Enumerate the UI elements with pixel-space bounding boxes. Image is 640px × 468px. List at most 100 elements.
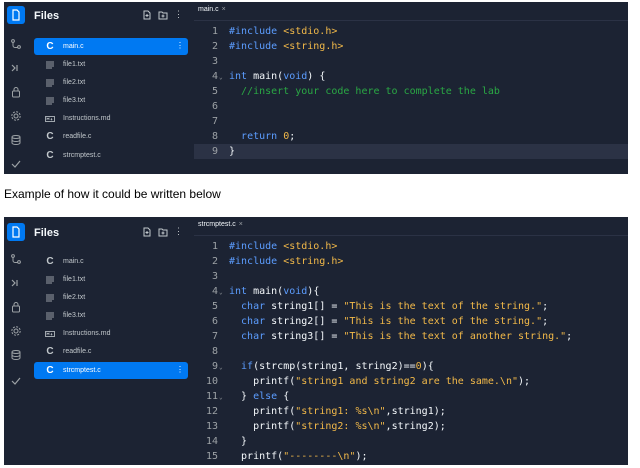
code-editor[interactable]: strcmptest.c × 1 #include <stdio.h> 2 #incl…	[194, 217, 628, 465]
file-name: Instructions.md	[63, 330, 111, 337]
markdown-file-icon	[44, 329, 56, 339]
new-file-icon[interactable]	[142, 10, 152, 20]
file-item[interactable]: file2.txt	[34, 74, 188, 91]
settings-gear-icon[interactable]	[4, 108, 28, 124]
file-item[interactable]: Instructions.md	[34, 110, 188, 127]
code-line[interactable]: 8 return 0;	[194, 129, 628, 144]
code-line[interactable]: 2 #include <string.h>	[194, 254, 628, 269]
close-tab-icon[interactable]: ×	[239, 221, 243, 228]
code-line[interactable]: 8	[194, 344, 628, 359]
files-icon[interactable]	[7, 223, 25, 241]
secrets-lock-icon[interactable]	[4, 299, 28, 315]
code-area[interactable]: 1 #include <stdio.h> 2 #include <string.h> 3…	[194, 239, 628, 464]
code-text: char string1[] = "This is the text of th…	[229, 299, 548, 314]
file-menu-icon[interactable]: ⋮	[176, 365, 184, 374]
file-name: main.c	[63, 43, 84, 50]
fold-chevron-icon[interactable]: ⌄	[219, 390, 223, 405]
file-item[interactable]: file2.txt	[34, 289, 188, 306]
database-icon[interactable]	[4, 347, 28, 363]
check-icon[interactable]	[4, 373, 28, 389]
file-item[interactable]: file3.txt	[34, 307, 188, 324]
code-line[interactable]: 4 ⌄ int main(void) {	[194, 69, 628, 84]
file-item[interactable]: file1.txt	[34, 56, 188, 73]
text-file-icon	[44, 78, 56, 88]
file-name: file2.txt	[63, 294, 86, 301]
file-item[interactable]: file3.txt	[34, 92, 188, 109]
file-menu-icon[interactable]: ⋮	[176, 41, 184, 50]
code-line[interactable]: 3	[194, 54, 628, 69]
code-line[interactable]: 2 #include <string.h>	[194, 39, 628, 54]
code-line[interactable]: 1 #include <stdio.h>	[194, 24, 628, 39]
code-token: printf(	[229, 451, 284, 462]
code-token: ){	[307, 286, 320, 297]
code-token: ) {	[307, 71, 326, 82]
code-line[interactable]: 11 ⌄ } else {	[194, 389, 628, 404]
secrets-lock-icon[interactable]	[4, 84, 28, 100]
new-folder-icon[interactable]	[158, 10, 168, 20]
editor-tab[interactable]: main.c ×	[198, 6, 226, 13]
code-token: return	[241, 131, 284, 142]
code-line[interactable]: 6	[194, 99, 628, 114]
file-item[interactable]: file1.txt	[34, 271, 188, 288]
version-control-icon[interactable]	[4, 36, 28, 52]
files-title: Files	[34, 10, 60, 22]
fold-chevron-icon[interactable]: ⌄	[219, 360, 223, 375]
code-line[interactable]: 9 ⌄ if(strcmp(string1, string2)==0){	[194, 359, 628, 374]
code-line[interactable]: 7	[194, 114, 628, 129]
file-name: file3.txt	[63, 312, 86, 319]
code-text: printf("string1: %s\n",string1);	[229, 404, 446, 419]
file-item[interactable]: Cstrcmptest.c ⋮	[34, 362, 188, 379]
database-icon[interactable]	[4, 132, 28, 148]
editor-tab[interactable]: strcmptest.c ×	[198, 221, 243, 228]
run-console-icon[interactable]	[4, 60, 28, 76]
code-token: char	[229, 331, 272, 342]
new-file-icon[interactable]	[142, 227, 152, 237]
code-line[interactable]: 15 printf("--------\n");	[194, 449, 628, 464]
code-line[interactable]: 3	[194, 269, 628, 284]
code-line[interactable]: 6 char string2[] = "This is the text of …	[194, 314, 628, 329]
check-icon[interactable]	[4, 156, 28, 172]
code-line[interactable]: 5 char string1[] = "This is the text of …	[194, 299, 628, 314]
file-item[interactable]: Cmain.c ⋮	[34, 38, 188, 55]
fold-chevron-icon[interactable]: ⌄	[219, 285, 223, 300]
line-number: 2	[211, 41, 218, 52]
code-line[interactable]: 10 printf("string1 and string2 are the s…	[194, 374, 628, 389]
file-item[interactable]: Cstrcmptest.c	[34, 147, 188, 164]
line-number: 8	[211, 346, 218, 357]
file-name: main.c	[63, 258, 84, 265]
fold-chevron-icon[interactable]: ⌄	[219, 70, 223, 85]
new-folder-icon[interactable]	[158, 227, 168, 237]
file-item[interactable]: Creadfile.c	[34, 128, 188, 145]
version-control-icon[interactable]	[4, 251, 28, 267]
code-line[interactable]: 14 }	[194, 434, 628, 449]
code-line[interactable]: 7 char string3[] = "This is the text of …	[194, 329, 628, 344]
code-line[interactable]: 5 //insert your code here to complete th…	[194, 84, 628, 99]
code-token: {	[277, 391, 290, 402]
line-number: 4	[211, 286, 218, 297]
file-item[interactable]: Instructions.md	[34, 325, 188, 342]
code-area[interactable]: 1 #include <stdio.h> 2 #include <string.h> 3…	[194, 24, 628, 159]
settings-gear-icon[interactable]	[4, 323, 28, 339]
code-line[interactable]: 4 ⌄ int main(void){	[194, 284, 628, 299]
file-item[interactable]: Creadfile.c	[34, 343, 188, 360]
files-icon[interactable]	[7, 6, 25, 24]
file-name: file2.txt	[63, 79, 86, 86]
code-token: "string1 and string2 are the same.\n"	[295, 376, 518, 387]
code-text: int main(void) {	[229, 69, 325, 84]
code-token: <stdio.h>	[283, 26, 338, 37]
code-line[interactable]: 1 #include <stdio.h>	[194, 239, 628, 254]
code-editor[interactable]: main.c × 1 #include <stdio.h> 2 #include <s…	[194, 2, 628, 174]
code-line[interactable]: 9}	[194, 144, 628, 159]
run-console-icon[interactable]	[4, 275, 28, 291]
code-token: "This is the text of the string."	[343, 316, 543, 327]
code-token: #include	[229, 256, 284, 267]
more-options-icon[interactable]: ⋮	[174, 9, 183, 20]
file-item[interactable]: Cmain.c	[34, 253, 188, 270]
code-line[interactable]: 12 printf("string1: %s\n",string1);	[194, 404, 628, 419]
text-file-icon	[44, 96, 56, 106]
more-options-icon[interactable]: ⋮	[174, 226, 183, 237]
code-text: char string3[] = "This is the text of an…	[229, 329, 572, 344]
caption-text: Example of how it could be written below	[4, 187, 221, 201]
code-line[interactable]: 13 printf("string2: %s\n",string2);	[194, 419, 628, 434]
close-tab-icon[interactable]: ×	[222, 6, 226, 13]
